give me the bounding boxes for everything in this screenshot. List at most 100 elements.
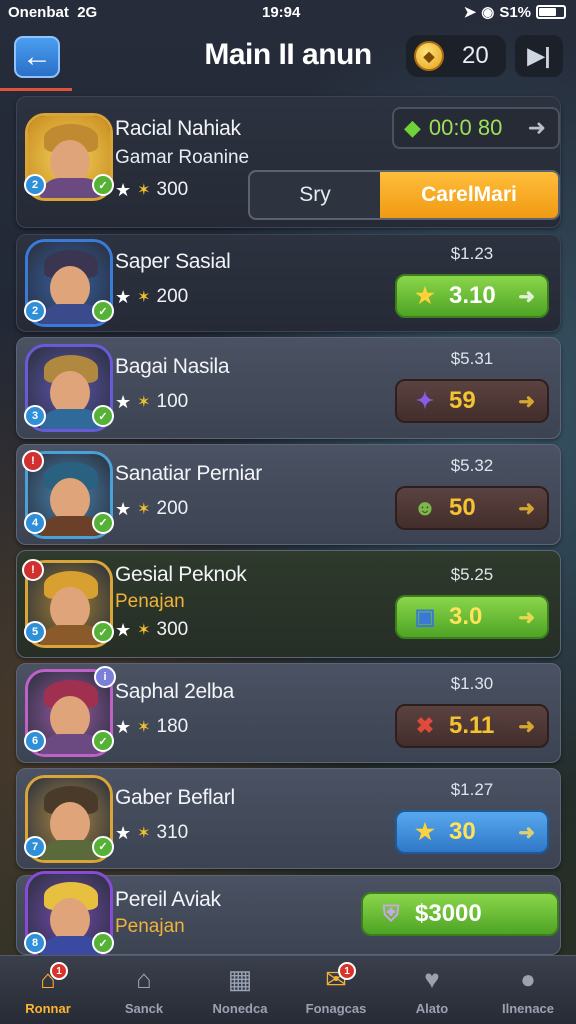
shield-icon: ⛨ — [382, 901, 400, 926]
level-badge-icon: 2 — [24, 174, 46, 196]
item-price: $1.23 — [450, 244, 494, 263]
star-icon: ★ — [115, 391, 132, 412]
skip-button[interactable]: ▶| — [515, 35, 563, 77]
alert-badge-icon: ! — [22, 449, 44, 472]
level-badge-icon: 4 — [24, 511, 46, 534]
shop-icon: ⌂ — [136, 964, 152, 994]
item-rating: ★ ✶ 180 — [115, 716, 189, 737]
small-star-icon: ✶ — [137, 719, 151, 736]
buy-button[interactable]: ▣ 3.0 ➜ — [395, 595, 549, 639]
notification-badge: 1 — [338, 962, 356, 980]
list-item[interactable]: 7 ✓ Gaber Beflarl ★ ✶ 310 $1.27 ★ 30 ➜ — [16, 768, 561, 869]
coin-count: 20 — [462, 42, 489, 69]
item-name: Saphal 2elba — [115, 680, 235, 703]
item-name: Gesial Peknok — [115, 563, 247, 586]
nav-item[interactable]: ● Ilnenace — [480, 956, 576, 1024]
list-item[interactable]: 3 ✓ Bagai Nasila ★ ✶ 100 $5.31 ✦ 59 ➜ — [16, 337, 561, 439]
check-badge-icon: ✓ — [92, 405, 114, 427]
nav-item[interactable]: ▦ Nonedca — [192, 956, 288, 1024]
item-name: Saper Sasial — [115, 250, 231, 273]
arrow-right-icon: ➜ — [518, 715, 535, 738]
buy-button[interactable]: ★ 3.10 ➜ — [395, 274, 549, 318]
buy-button[interactable]: ☻ 50 ➜ — [395, 486, 549, 530]
list-item[interactable]: 2 ✓ Saper Sasial ★ ✶ 200 $1.23 ★ 3.10 ➜ — [16, 234, 561, 332]
arrow-right-icon: ➜ — [518, 606, 535, 629]
player-rating: ★ ✶ 300 — [115, 179, 189, 200]
small-star-icon: ✶ — [137, 182, 151, 199]
item-name: Gaber Beflarl — [115, 786, 235, 809]
battery-icon — [536, 5, 566, 19]
item-subtitle: Penajan — [115, 916, 185, 937]
check-badge-icon: ✓ — [92, 174, 114, 196]
buy-button-label: 59 — [449, 387, 476, 414]
clock: 19:94 — [262, 3, 301, 21]
small-star-icon: ✶ — [137, 289, 151, 306]
avatar: 2 ✓ — [24, 113, 114, 201]
item-subtitle: Penajan — [115, 591, 185, 612]
check-badge-icon: ✓ — [92, 835, 114, 858]
buy-button[interactable]: ⛨ $3000 — [361, 892, 559, 936]
cross-icon: ✖ — [415, 713, 435, 738]
stats-icon: ▦ — [227, 964, 253, 994]
mode-toggle[interactable]: Sry CarelMari — [248, 170, 560, 220]
player-subtitle: Gamar Roanine — [115, 147, 250, 168]
buy-button[interactable]: ★ 30 ➜ — [395, 810, 549, 854]
header-accent-line — [0, 88, 72, 91]
arrow-right-icon: ➜ — [518, 285, 535, 308]
star-icon: ★ — [115, 286, 132, 307]
arrow-right-icon: ➜ — [518, 821, 535, 844]
nav-label: Sanck — [124, 1000, 164, 1016]
header-bar: ← Main II anun ◆ 20 ▶| — [0, 30, 576, 88]
avatar: 3 ✓ — [24, 344, 114, 432]
nav-label: Fonagcas — [305, 1000, 367, 1016]
coin-counter[interactable]: ◆ 20 — [406, 35, 506, 77]
item-rating: ★ ✶ 300 — [115, 619, 189, 640]
item-name: Bagai Nasila — [115, 355, 230, 378]
star-icon: ★ — [115, 716, 132, 737]
list-item[interactable]: 4 ✓ ! Sanatiar Perniar ★ ✶ 200 $5.32 ☻ 50 ➜ — [16, 444, 561, 545]
buy-button-label: 50 — [449, 494, 476, 521]
timer-box[interactable]: ◆ 00:0 80 ➜ — [392, 107, 560, 149]
small-star-icon: ✶ — [137, 825, 151, 842]
nav-label: Nonedca — [212, 1000, 268, 1016]
nav-item[interactable]: ✉ Fonagcas 1 — [288, 956, 384, 1024]
list-item[interactable]: 8 ✓ Pereil Aviak Penajan ⛨ $3000 — [16, 871, 561, 959]
toggle-left-option[interactable]: Sry — [250, 172, 380, 218]
small-star-icon: ✶ — [137, 394, 151, 411]
profile-icon: ● — [520, 964, 536, 994]
timer-value: 00:0 80 — [428, 115, 503, 140]
item-price: $1.30 — [450, 674, 494, 693]
nav-item[interactable]: ⌂ Sanck — [96, 956, 192, 1024]
small-star-icon: ✶ — [137, 622, 151, 639]
gem-icon: ◆ — [404, 115, 421, 140]
avatar: 7 ✓ — [24, 774, 114, 863]
battery-percent: S1% — [499, 3, 531, 21]
check-badge-icon: ✓ — [92, 621, 114, 643]
buy-button[interactable]: ✖ 5.11 ➜ — [395, 704, 549, 748]
list-item[interactable]: 6 ✓ i Saphal 2elba ★ ✶ 180 $1.30 ✖ 5.11 ➜ — [16, 663, 561, 763]
nav-item[interactable]: ♥ Alato — [384, 956, 480, 1024]
list-item[interactable]: 5 ✓ ! Gesial Peknok Penajan ★ ✶ 300 $5.25 ▣ 3… — [16, 550, 561, 658]
star-icon: ★ — [115, 619, 132, 640]
avatar: 6 ✓ i — [24, 666, 116, 757]
star-icon: ★ — [115, 498, 132, 519]
buy-button-label: $3000 — [415, 900, 482, 927]
item-name: Pereil Aviak — [115, 888, 221, 911]
buy-button[interactable]: ✦ 59 ➜ — [395, 379, 549, 423]
level-badge-icon: 3 — [24, 405, 46, 427]
bird-icon: ♥ — [424, 964, 440, 994]
toggle-right-option[interactable]: CarelMari — [380, 172, 558, 218]
nav-item[interactable]: ⌂ Ronnar 1 — [0, 956, 96, 1024]
avatar: 8 ✓ — [24, 871, 114, 959]
level-badge-icon: 5 — [24, 621, 46, 643]
check-badge-icon: ✓ — [92, 300, 114, 322]
buy-button-label: 3.0 — [449, 603, 483, 630]
item-rating: ★ ✶ 100 — [115, 391, 189, 412]
notification-badge: 1 — [50, 962, 68, 980]
skip-icon: ▶| — [527, 43, 551, 68]
item-price: $5.25 — [450, 565, 494, 584]
character-icon: ☻ — [413, 495, 437, 520]
level-badge-icon: 2 — [24, 300, 46, 322]
arrow-right-icon: ➜ — [527, 115, 546, 140]
item-name: Sanatiar Perniar — [115, 462, 262, 485]
